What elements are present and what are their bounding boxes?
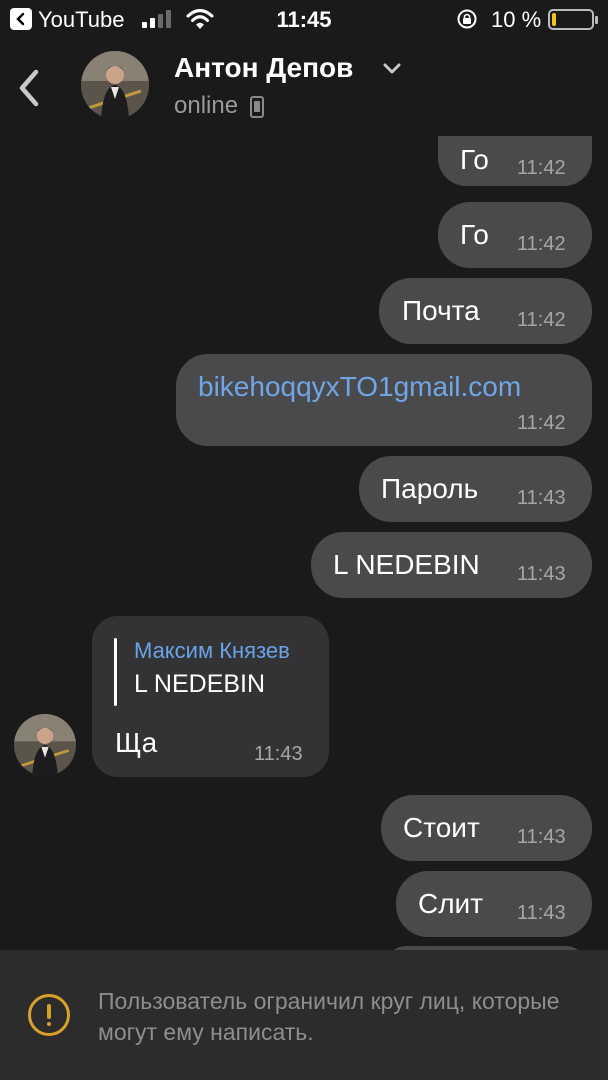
message-text: Го [460, 219, 489, 250]
message-bubble[interactable]: Го 11:42 [438, 202, 592, 268]
message-bubble[interactable]: Слит 11:43 [396, 871, 592, 937]
message-bubble[interactable]: bikehoqqyxTO1gmail.com 11:42 [176, 354, 592, 446]
back-chevron-icon[interactable] [14, 66, 44, 110]
message-time: 11:42 [517, 412, 566, 434]
sender-avatar[interactable] [14, 714, 76, 776]
battery-fill [552, 13, 556, 26]
battery-icon [548, 9, 598, 30]
incoming-message-bubble[interactable]: Максим Князев L NEDEBIN Ща 11:43 [92, 616, 329, 777]
message-text: L NEDEBIN [333, 549, 480, 580]
message-bubble[interactable]: Пароль 11:43 [359, 456, 592, 522]
battery-percent: 10 % [491, 7, 542, 32]
chevron-down-icon[interactable] [382, 62, 402, 76]
message-bubble[interactable]: Почта 11:42 [379, 278, 592, 344]
notice-text: Пользователь ограничил круг лиц, которые… [98, 988, 560, 1045]
write-restricted-notice: Пользователь ограничил круг лиц, которые… [0, 950, 608, 1080]
message-time: 11:43 [517, 826, 566, 848]
message-time: 11:43 [517, 902, 566, 924]
message-bubble[interactable]: L NEDEBIN 11:43 [311, 532, 592, 598]
message-bubble[interactable]: Стоит 11:43 [381, 795, 592, 861]
message-time: 11:43 [254, 743, 303, 765]
rotation-lock-icon [457, 9, 477, 29]
contact-name[interactable]: Антон Депов [174, 52, 353, 84]
message-time: 11:43 [517, 563, 566, 585]
status-bar: YouTube 11:45 10 % [0, 0, 608, 40]
reply-quote-bar [114, 638, 117, 706]
reply-author[interactable]: Максим Князев [134, 638, 290, 664]
mobile-device-icon [250, 96, 264, 118]
message-text: Пароль [381, 473, 479, 504]
message-time: 11:42 [517, 157, 566, 179]
message-text: Стоит [403, 812, 480, 843]
message-text: Го [460, 144, 489, 175]
warning-icon [28, 994, 70, 1036]
message-list[interactable]: Го 11:42 Го 11:42 Почта 11:42 bikehoqqyx… [0, 136, 608, 950]
message-text: Почта [402, 295, 480, 326]
message-time: 11:42 [517, 309, 566, 331]
message-text: Ща [115, 727, 158, 758]
chat-header: Антон Депов online [0, 40, 608, 136]
message-text: Слит [418, 888, 484, 919]
message-time: 11:43 [517, 487, 566, 509]
email-link[interactable]: bikehoqqyxTO1gmail.com [198, 371, 521, 403]
reply-text: L NEDEBIN [134, 670, 266, 698]
message-bubble[interactable]: Го 11:42 [438, 136, 592, 186]
contact-avatar[interactable] [81, 51, 149, 119]
message-time: 11:42 [517, 233, 566, 255]
contact-status: online [174, 92, 239, 119]
